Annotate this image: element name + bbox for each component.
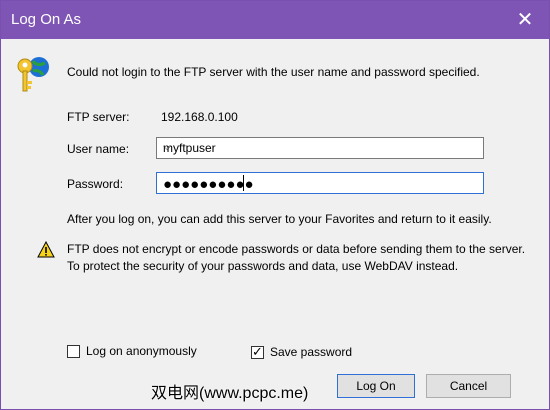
chevron-down-icon[interactable]: ⌵ — [163, 141, 477, 154]
user-name-combo[interactable]: myftpuser ⌵ — [156, 137, 484, 159]
watermark-text: 双电网(www.pcpc.me) — [151, 385, 309, 402]
warning-icon — [37, 241, 55, 258]
logon-dialog: Log On As ✕ Could not login to the FTP s… — [0, 0, 550, 410]
password-field[interactable]: ●●●●●●●●●● — [156, 172, 484, 194]
window-title: Log On As — [11, 11, 82, 28]
dialog-body: Could not login to the FTP server with t… — [1, 39, 549, 409]
title-bar: Log On As ✕ — [1, 1, 549, 39]
ftp-server-label: FTP server: — [67, 110, 130, 124]
user-name-label: User name: — [67, 142, 130, 156]
favorites-info: After you log on, you can add this serve… — [67, 212, 492, 226]
password-label: Password: — [67, 177, 124, 191]
close-icon[interactable]: ✕ — [511, 9, 539, 31]
anonymous-checkbox[interactable] — [67, 345, 80, 358]
security-warning: FTP does not encrypt or encode passwords… — [67, 242, 526, 273]
save-password-label[interactable]: Save password — [270, 345, 352, 359]
anonymous-label[interactable]: Log on anonymously — [86, 344, 197, 358]
log-on-button[interactable]: Log On — [337, 374, 415, 398]
error-message: Could not login to the FTP server with t… — [67, 65, 480, 79]
keys-globe-icon — [17, 57, 49, 92]
cancel-button[interactable]: Cancel — [426, 374, 511, 398]
password-mask: ●●●●●●●●●● — [163, 176, 254, 193]
ftp-server-value: 192.168.0.100 — [161, 110, 238, 124]
check-icon: ✓ — [252, 344, 263, 359]
save-password-checkbox[interactable]: ✓ — [251, 344, 264, 359]
text-caret — [243, 175, 244, 191]
